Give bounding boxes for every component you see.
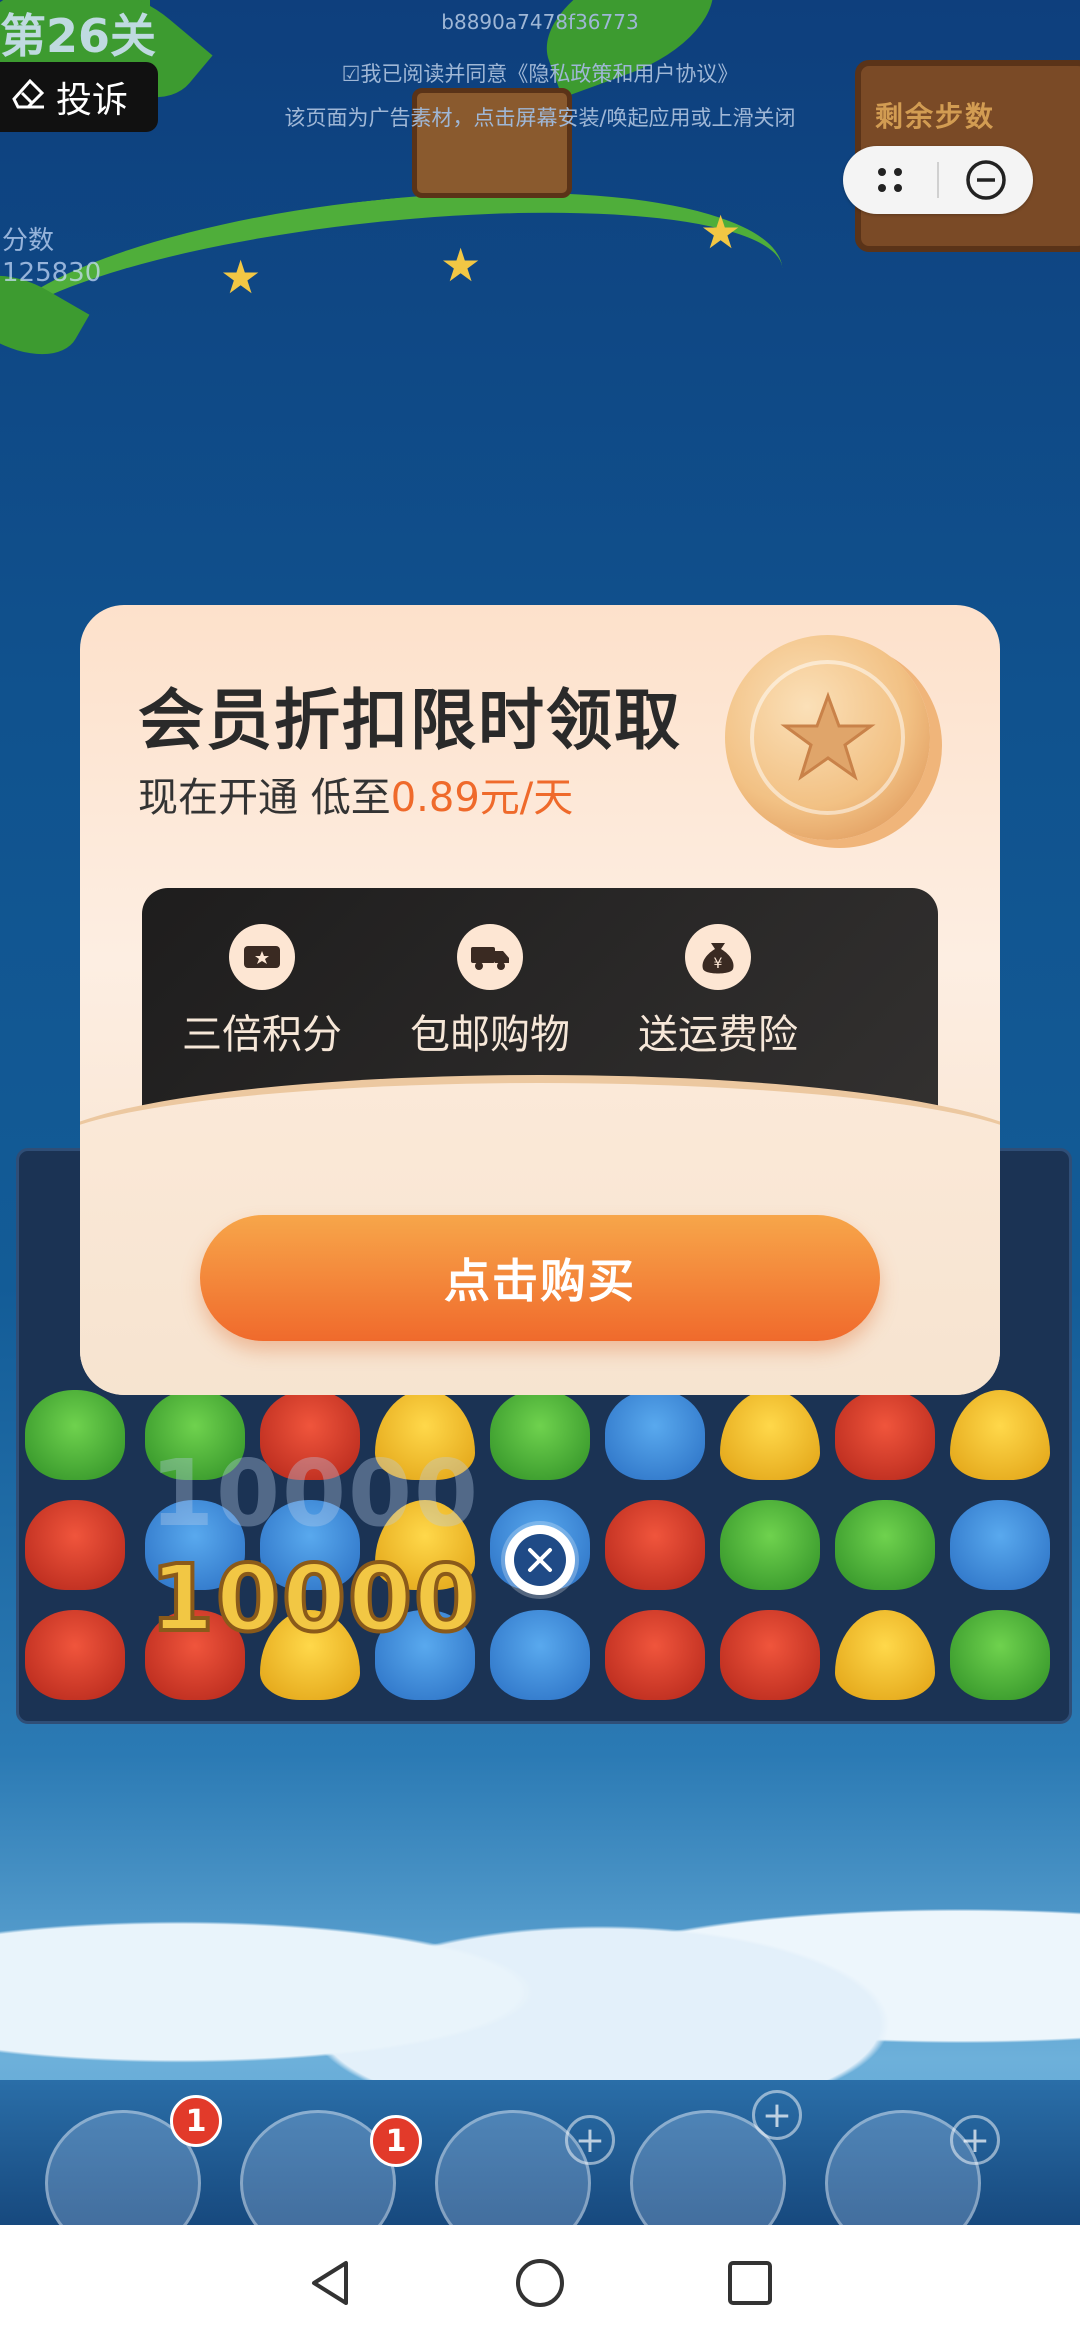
star-icon [779, 691, 876, 781]
frog-piece [720, 1500, 820, 1590]
fox-piece [605, 1500, 705, 1590]
fox-piece [835, 1390, 935, 1480]
money-bag-icon: ¥ [685, 924, 751, 990]
star-icon: ★ [700, 205, 742, 259]
back-button[interactable] [295, 2248, 365, 2318]
powerup-count-badge: 1 [370, 2115, 422, 2167]
star-icon: ★ [440, 238, 482, 292]
benefit-label: 包邮购物 [410, 1012, 570, 1058]
miniprogram-capsule [843, 146, 1033, 214]
fox-piece [605, 1610, 705, 1700]
screen: ★ ★ ★ 剩余步数 第26关 分数 125830 b8890a7478f367… [0, 0, 1080, 2340]
powerup-count-badge: 1 [170, 2095, 222, 2147]
truck-icon [457, 924, 523, 990]
fox-piece [25, 1500, 125, 1590]
home-button[interactable] [505, 2248, 575, 2318]
dots-grid-icon [878, 168, 902, 192]
benefit-label: 送运费险 [638, 1012, 798, 1058]
star-icon: ★ [220, 250, 262, 304]
ad-notice: 该页面为广告素材，点击屏幕安装/唤起应用或上滑关闭 [284, 106, 796, 130]
clouds-decoration [0, 1800, 1080, 2120]
eraser-icon [8, 73, 48, 122]
coin-icon [725, 635, 930, 840]
benefit-shipping-insurance: ¥ 送运费险 [603, 924, 833, 1060]
card-subtitle: 现在开通 低至0.89元/天 [138, 765, 573, 823]
system-nav-bar [0, 2225, 1080, 2340]
back-triangle-icon [312, 2260, 348, 2305]
benefit-free-shipping: 包邮购物 [375, 924, 605, 1060]
hippo-piece [950, 1500, 1050, 1590]
bonus-score-faded: 10000 [150, 1440, 481, 1547]
home-circle-icon [516, 2258, 564, 2307]
close-circle-icon [514, 1534, 566, 1586]
minimize-button[interactable] [939, 146, 1033, 214]
benefit-label: 三倍积分 [182, 1012, 342, 1058]
fox-piece [25, 1610, 125, 1700]
subtitle-price: 0.89元/天 [390, 775, 574, 821]
card-title: 会员折扣限时领取 [138, 682, 682, 759]
plus-icon[interactable]: + [565, 2115, 615, 2165]
more-button[interactable] [843, 146, 937, 214]
subtitle-prefix: 现在开通 低至 [138, 775, 391, 821]
vip-offer-card[interactable]: 会员折扣限时领取 现在开通 低至0.89元/天 三倍积分 包邮购物 ¥ 送运费险… [80, 605, 1000, 1395]
recents-button[interactable] [715, 2248, 785, 2318]
score-value: 125830 [2, 258, 102, 288]
buy-button[interactable]: 点击购买 [200, 1215, 880, 1341]
fox-piece [720, 1610, 820, 1700]
complaint-label: 投诉 [56, 80, 129, 121]
ticket-icon [229, 924, 295, 990]
hippo-piece [605, 1390, 705, 1480]
benefit-triple-points: 三倍积分 [147, 924, 377, 1060]
minus-circle-icon [966, 160, 1006, 200]
recents-square-icon [728, 2260, 772, 2305]
agreement-notice[interactable]: ☑我已阅读并同意《隐私政策和用户协议》 [0, 58, 1080, 88]
hippo-piece [490, 1610, 590, 1700]
frog-piece [835, 1500, 935, 1590]
coin-face [750, 660, 905, 815]
complaint-button[interactable]: 投诉 [0, 62, 158, 132]
plus-icon[interactable]: + [752, 2090, 802, 2140]
frog-piece [25, 1390, 125, 1480]
frog-piece [490, 1390, 590, 1480]
ad-id: b8890a7478f36773 [441, 10, 639, 34]
plus-icon[interactable]: + [950, 2115, 1000, 2165]
close-ad-button[interactable] [505, 1525, 575, 1595]
svg-text:¥: ¥ [714, 956, 723, 972]
frog-piece [950, 1610, 1050, 1700]
bonus-score: 10000 [148, 1543, 481, 1654]
score-label: 分数 [2, 226, 55, 256]
vine-decoration [0, 158, 785, 374]
